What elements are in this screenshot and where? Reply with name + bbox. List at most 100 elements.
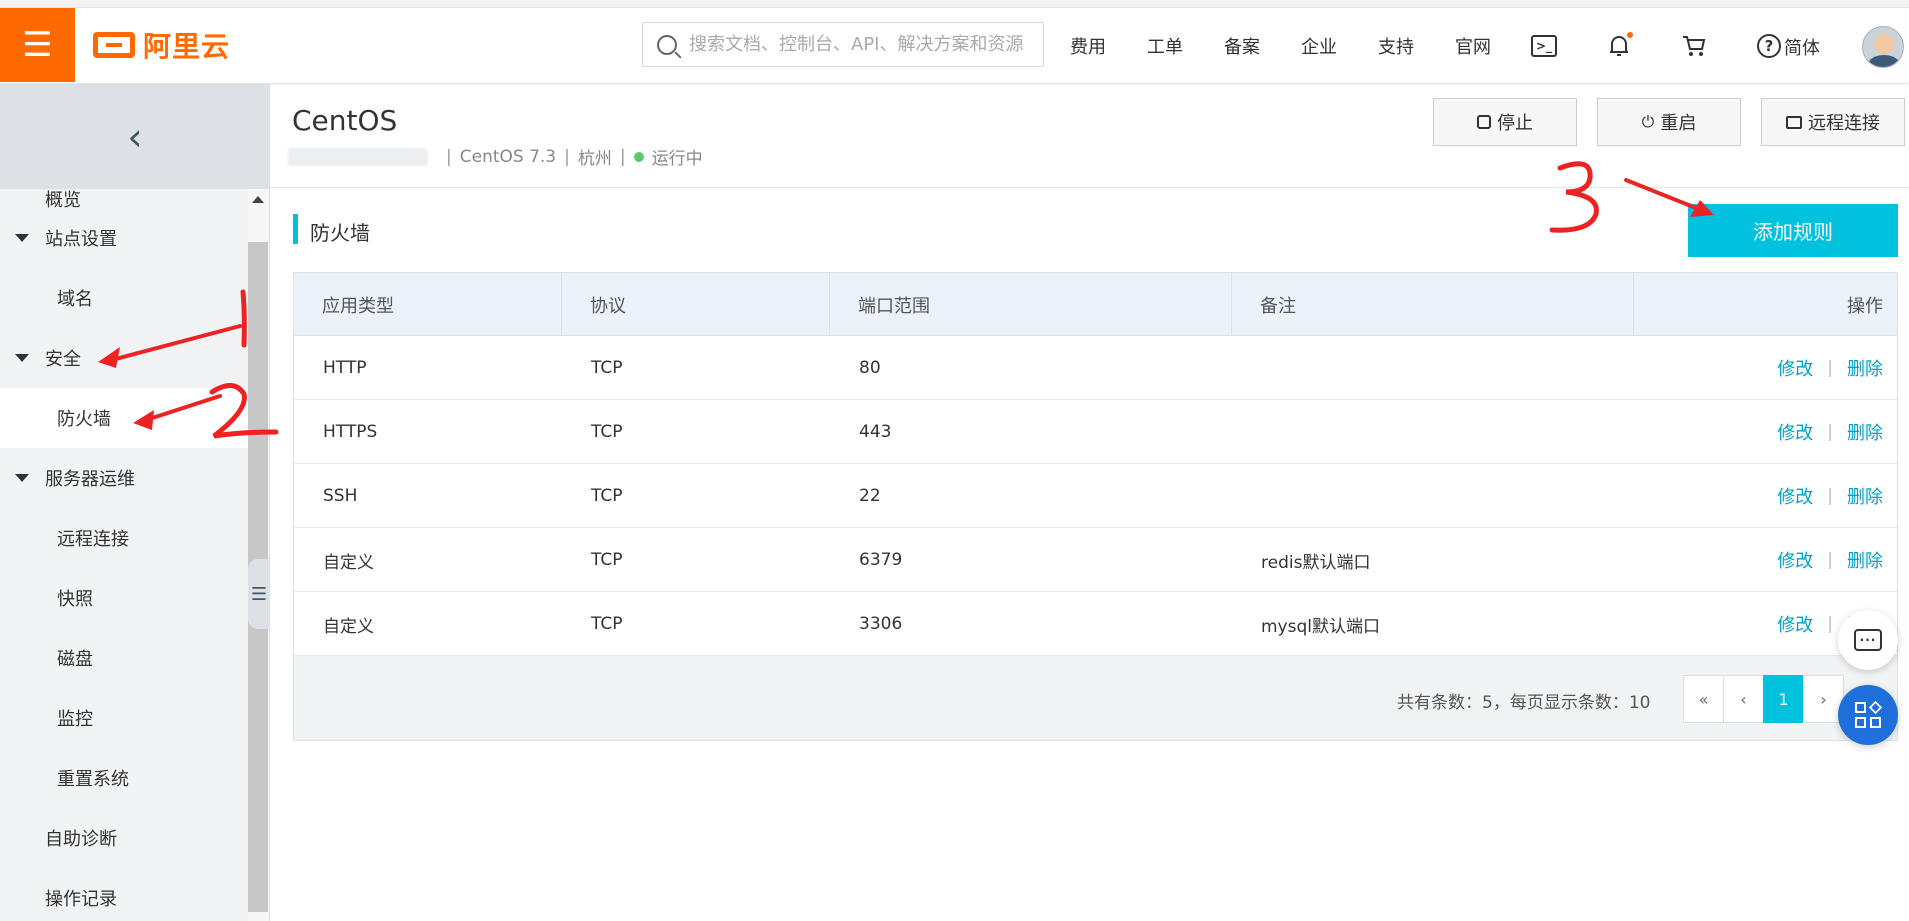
firewall-table: 应用类型 协议 端口范围 备注 操作 HTTP TCP 80 修改 | 删除 HTT… xyxy=(293,272,1898,741)
hamburger-icon: ☰ xyxy=(22,25,53,65)
cart-button[interactable] xyxy=(1680,32,1708,60)
cell-protocol: TCP xyxy=(591,550,623,570)
caret-down-icon xyxy=(15,354,29,362)
avatar[interactable] xyxy=(1862,26,1904,68)
bell-icon xyxy=(1610,36,1628,56)
sidebar-back-button[interactable]: ‹ xyxy=(0,84,270,189)
menu-button[interactable]: ☰ xyxy=(0,8,75,82)
aliyun-logo[interactable]: 阿里云 xyxy=(93,27,230,63)
edit-link[interactable]: 修改 xyxy=(1777,547,1813,573)
language-switch[interactable]: 简体 xyxy=(1784,34,1820,60)
column-header-type: 应用类型 xyxy=(294,273,562,336)
section-accent-bar xyxy=(293,214,298,244)
nav-support[interactable]: 支持 xyxy=(1378,33,1414,59)
cell-note: mysql默认端口 xyxy=(1261,616,1380,637)
sidebar-group-security[interactable]: 安全 xyxy=(0,328,248,388)
cell-actions: 修改 | 删除 xyxy=(1634,336,1897,400)
sidebar-item-label: 安全 xyxy=(45,349,81,370)
add-rule-button[interactable]: 添加规则 xyxy=(1688,204,1898,257)
cell-note xyxy=(1232,400,1634,464)
caret-down-icon xyxy=(15,234,29,242)
stop-icon xyxy=(1477,115,1491,129)
edit-link[interactable]: 修改 xyxy=(1777,611,1813,637)
sidebar-item-remote-connect[interactable]: 远程连接 xyxy=(0,508,248,568)
sidebar-item-firewall[interactable]: 防火墙 xyxy=(0,388,248,448)
cell-note xyxy=(1232,464,1634,528)
cell-protocol: TCP xyxy=(591,358,623,378)
cloud-shell-button[interactable]: >_ xyxy=(1530,32,1558,60)
sidebar-group-site-settings[interactable]: 站点设置 xyxy=(0,208,248,268)
sidebar-item-reset-system[interactable]: 重置系统 xyxy=(0,748,248,808)
delete-link[interactable]: 删除 xyxy=(1847,355,1883,381)
page-1-button[interactable]: 1 xyxy=(1763,675,1804,723)
notification-button[interactable] xyxy=(1605,32,1633,60)
prev-page-button[interactable]: ‹ xyxy=(1723,675,1764,723)
cell-note: redis默认端口 xyxy=(1261,552,1371,573)
cell-type: SSH xyxy=(323,486,358,506)
apps-float-button[interactable] xyxy=(1838,685,1898,745)
chat-float-button[interactable]: ··· xyxy=(1838,610,1898,670)
section-title: 防火墙 xyxy=(310,221,370,245)
scroll-up-arrow-icon[interactable] xyxy=(252,196,264,203)
sidebar-menu: 概览 站点设置 域名 安全 防火墙 服务器运维 远程连接 快照 磁盘 监控 重置… xyxy=(0,189,248,921)
sidebar-item-domain[interactable]: 域名 xyxy=(0,268,248,328)
nav-tickets[interactable]: 工单 xyxy=(1147,33,1183,59)
sidebar-group-server-ops[interactable]: 服务器运维 xyxy=(0,448,248,508)
chat-icon: ··· xyxy=(1854,629,1882,651)
edit-link[interactable]: 修改 xyxy=(1777,419,1813,445)
cell-actions: 修改 | 删除 xyxy=(1634,528,1897,592)
sidebar-item-label: 监控 xyxy=(57,709,93,730)
status-dot-icon xyxy=(633,151,644,162)
edit-link[interactable]: 修改 xyxy=(1777,483,1813,509)
sidebar: ‹ 概览 站点设置 域名 安全 防火墙 服务器运维 远程连接 快照 磁盘 监控 … xyxy=(0,84,270,921)
cell-note xyxy=(1232,336,1634,400)
nav-official-site[interactable]: 官网 xyxy=(1455,33,1491,59)
instance-info: | CentOS 7.3 | 杭州 | 运行中 xyxy=(288,144,703,169)
sidebar-item-snapshot[interactable]: 快照 xyxy=(0,568,248,628)
sidebar-item-label: 快照 xyxy=(57,589,93,610)
sidebar-item-operation-log[interactable]: 操作记录 xyxy=(0,868,248,921)
nav-icp[interactable]: 备案 xyxy=(1224,33,1260,59)
monitor-icon xyxy=(1786,115,1802,129)
sidebar-item-self-diagnosis[interactable]: 自助诊断 xyxy=(0,808,248,868)
region: 杭州 xyxy=(577,149,612,169)
search-input[interactable] xyxy=(689,34,1029,55)
delete-link[interactable]: 删除 xyxy=(1847,547,1883,573)
delete-link[interactable]: 删除 xyxy=(1847,419,1883,445)
stop-button[interactable]: 停止 xyxy=(1433,98,1577,146)
cell-protocol: TCP xyxy=(591,422,623,442)
edit-link[interactable]: 修改 xyxy=(1777,355,1813,381)
cell-protocol: TCP xyxy=(591,614,623,634)
delete-link[interactable]: 删除 xyxy=(1847,483,1883,509)
sidebar-item-label: 服务器运维 xyxy=(45,469,135,490)
sidebar-toggle-button[interactable]: ☰ xyxy=(248,559,270,629)
logo-text: 阿里云 xyxy=(143,30,231,63)
stop-label: 停止 xyxy=(1497,113,1533,134)
first-page-button[interactable]: « xyxy=(1683,675,1724,723)
collapse-menu-icon: ☰ xyxy=(250,583,268,605)
os-version: CentOS 7.3 xyxy=(459,146,557,167)
column-header-port: 端口范围 xyxy=(830,273,1232,336)
page-title: CentOS xyxy=(292,104,398,137)
remote-connect-label: 远程连接 xyxy=(1808,113,1880,134)
sidebar-item-monitor[interactable]: 监控 xyxy=(0,688,248,748)
separator: | xyxy=(1827,614,1833,634)
remote-connect-button[interactable]: 远程连接 xyxy=(1761,98,1905,146)
restart-label: 重启 xyxy=(1660,113,1697,134)
notification-dot xyxy=(1627,32,1633,38)
table-header: 应用类型 协议 端口范围 备注 操作 xyxy=(294,273,1897,336)
cell-type: 自定义 xyxy=(323,552,374,573)
separator: | xyxy=(1827,422,1833,442)
search-icon xyxy=(657,34,677,55)
nav-enterprise[interactable]: 企业 xyxy=(1301,33,1337,59)
cart-icon xyxy=(1683,36,1706,56)
sidebar-item-disk[interactable]: 磁盘 xyxy=(0,628,248,688)
terminal-icon: >_ xyxy=(1531,35,1557,57)
chevron-left-icon: ‹ xyxy=(127,114,143,159)
search-box[interactable] xyxy=(642,22,1044,67)
separator: | xyxy=(446,146,452,167)
restart-button[interactable]: ⏻ 重启 xyxy=(1597,98,1741,146)
total-count: 共有条数：5，每页显示条数：10 xyxy=(1397,693,1651,713)
help-button[interactable]: ? xyxy=(1755,32,1783,60)
nav-fees[interactable]: 费用 xyxy=(1070,33,1106,59)
